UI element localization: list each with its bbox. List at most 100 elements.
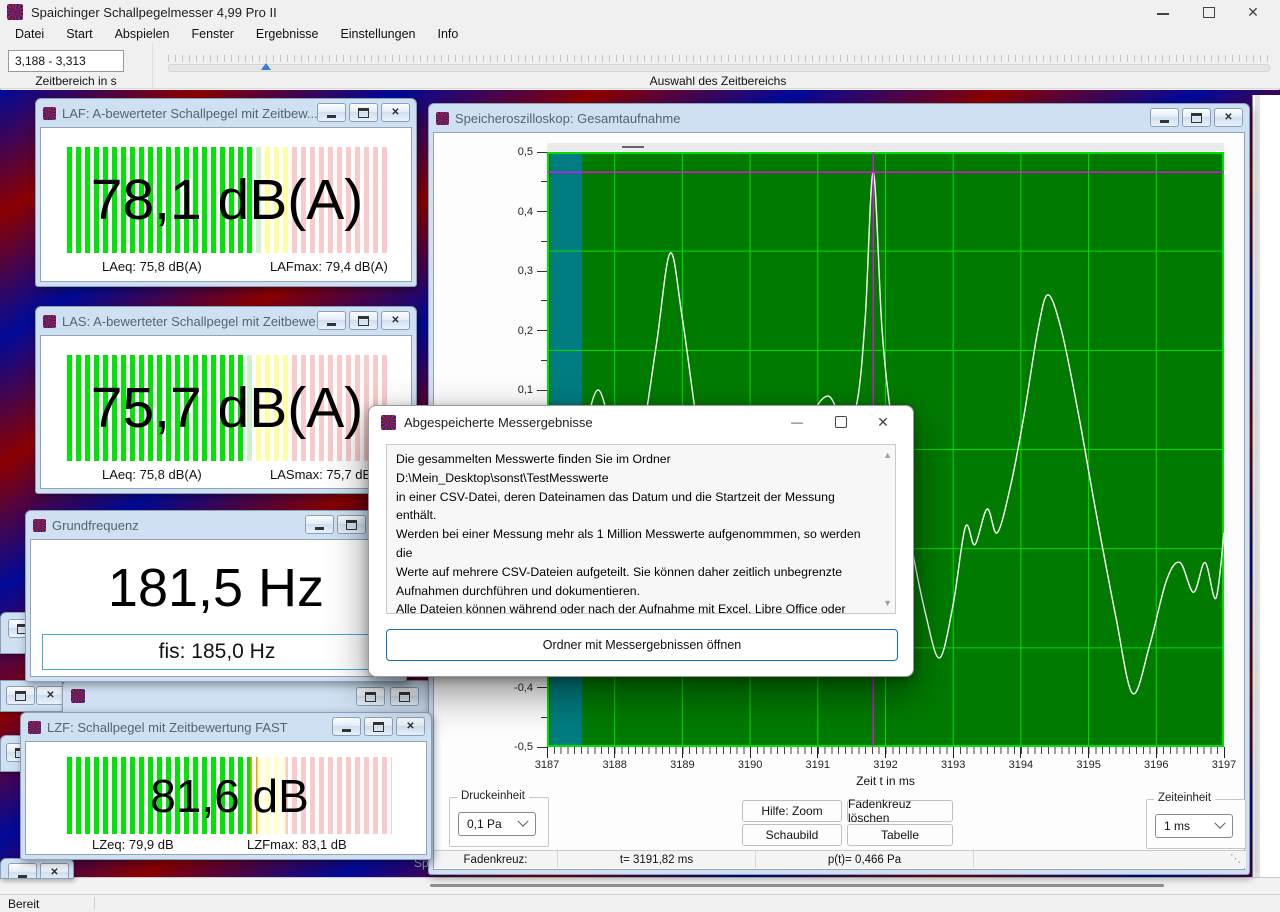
close-button[interactable]: ✕: [381, 311, 410, 330]
tabelle-button[interactable]: Tabelle: [847, 824, 953, 846]
x-tick-label: 3189: [660, 759, 704, 771]
menu-fenster[interactable]: Fenster: [181, 27, 245, 41]
restore-button[interactable]: [6, 686, 35, 705]
minimize-icon: [342, 729, 351, 732]
menu-einstellungen[interactable]: Einstellungen: [329, 27, 426, 41]
hidden-window-fragment[interactable]: ✕: [0, 680, 64, 712]
close-icon: ✕: [46, 691, 54, 701]
hilfe-zoom-button[interactable]: Hilfe: Zoom: [742, 800, 842, 822]
laf-value: 78,1 dB(A): [67, 147, 387, 253]
menu-abspielen[interactable]: Abspielen: [104, 27, 181, 41]
minimize-button[interactable]: [317, 311, 346, 330]
zeiteinheit-value: 1 ms: [1164, 819, 1190, 833]
hidden-window-fragment[interactable]: ✕: [0, 858, 74, 879]
chevron-down-icon: [517, 816, 528, 827]
restore-button[interactable]: [349, 103, 378, 122]
maximize-icon: [1203, 7, 1215, 18]
close-icon: ✕: [1247, 4, 1259, 21]
restore-button[interactable]: [356, 687, 385, 706]
schaubild-button[interactable]: Schaubild: [742, 824, 842, 846]
window-icon: [43, 107, 56, 120]
x-major-tick: [1088, 747, 1089, 758]
close-button[interactable]: ✕: [1214, 108, 1243, 127]
grundfrequenz-value: 181,5 Hz: [31, 546, 401, 630]
close-button[interactable]: ✕: [396, 717, 425, 736]
menu-start[interactable]: Start: [55, 27, 103, 41]
scrollbar[interactable]: [1255, 95, 1260, 877]
close-button[interactable]: ✕: [40, 863, 69, 879]
x-major-tick: [1156, 747, 1157, 758]
minimize-button[interactable]: —: [777, 406, 817, 438]
maximize-button[interactable]: [821, 406, 861, 438]
minimize-button[interactable]: [1150, 108, 1179, 127]
menu-ergebnisse[interactable]: Ergebnisse: [245, 27, 330, 41]
minimize-button[interactable]: [8, 863, 37, 879]
time-slider-track[interactable]: [168, 64, 1270, 72]
resize-grip[interactable]: ⋱: [1230, 852, 1241, 865]
mdi-horizontal-scrollbar-thumb[interactable]: [430, 884, 1164, 887]
fadenkreuz-loeschen-button[interactable]: Fadenkreuz löschen: [847, 800, 953, 822]
hidden-window-fragment[interactable]: [1252, 95, 1280, 877]
las-title: LAS: A-bewerteter Schallpegel mit Zeitbe…: [62, 314, 326, 329]
x-tick-label: 3195: [1067, 759, 1111, 771]
dialog-titlebar[interactable]: Abgespeicherte Messergebnisse: [381, 415, 593, 430]
scroll-down-icon[interactable]: ▼: [883, 598, 892, 608]
close-button[interactable]: ✕: [1236, 0, 1270, 24]
maximize-button[interactable]: [1192, 0, 1226, 24]
minimize-icon: [1160, 120, 1169, 123]
minimize-button[interactable]: [1146, 0, 1180, 24]
menu-info[interactable]: Info: [427, 27, 470, 41]
plot-pan-indicator[interactable]: [547, 143, 1224, 151]
oszilloskop-titlebar[interactable]: Speicheroszilloskop: Gesamtaufnahme: [431, 106, 1247, 130]
x-axis-title: Zeit t in ms: [547, 774, 1224, 788]
close-button[interactable]: ✕: [36, 686, 65, 705]
restore-button[interactable]: [364, 717, 393, 736]
minimize-icon: [327, 323, 336, 326]
dialog-text: Die gesammelten Messwerte finden Sie im …: [386, 444, 896, 614]
scroll-up-icon[interactable]: ▲: [883, 450, 892, 460]
minimize-icon: [18, 875, 27, 878]
minimize-button[interactable]: [305, 515, 334, 534]
window-icon: [43, 315, 56, 328]
druckeinheit-select[interactable]: 0,1 Pa: [458, 812, 536, 836]
minimize-button[interactable]: [332, 717, 361, 736]
x-major-tick: [682, 747, 683, 758]
las-client: 75,7 dB(A) LAeq: 75,8 dB(A) LASmax: 75,7…: [40, 335, 412, 489]
y-minor-tick: [541, 181, 547, 182]
hidden-window-titlebar[interactable]: [62, 680, 432, 714]
close-button[interactable]: ✕: [863, 406, 903, 438]
restore-button[interactable]: [1182, 108, 1211, 127]
restore-icon: [346, 520, 357, 530]
main-titlebar[interactable]: Spaichinger Schallpegelmesser 4,99 Pro I…: [0, 0, 1280, 24]
open-folder-button[interactable]: Ordner mit Messergebnissen öffnen: [386, 629, 898, 661]
window-title: Spaichinger Schallpegelmesser 4,99 Pro I…: [31, 5, 277, 20]
zeiteinheit-select[interactable]: 1 ms: [1155, 814, 1233, 838]
time-slider-thumb[interactable]: [261, 63, 271, 70]
minimize-button[interactable]: [317, 103, 346, 122]
plot-pan-thumb[interactable]: [622, 146, 644, 148]
menu-datei[interactable]: Datei: [4, 27, 55, 41]
close-icon: ✕: [50, 868, 58, 878]
laf-leq-label: LAeq: 75,8 dB(A): [102, 259, 202, 274]
restore-button[interactable]: [337, 515, 366, 534]
lzf-leq-label: LZeq: 79,9 dB: [92, 837, 174, 852]
x-tick-label: 3197: [1202, 759, 1246, 771]
time-range-input[interactable]: 3,188 - 3,313: [8, 50, 124, 72]
las-value: 75,7 dB(A): [67, 355, 387, 461]
minimize-icon: —: [791, 415, 803, 429]
time-range-group: 3,188 - 3,313 Zeitbereich in s: [0, 43, 153, 88]
time-slider-ticks: [168, 55, 1268, 62]
lzf-title: LZF: Schallpegel mit Zeitbewertung FAST: [47, 720, 288, 735]
close-button[interactable]: ✕: [381, 103, 410, 122]
dialog-title-text: Abgespeicherte Messergebnisse: [404, 415, 593, 430]
maximize-icon: [835, 416, 847, 428]
maximize-button[interactable]: [390, 687, 419, 706]
statusbar: Bereit: [0, 894, 1280, 912]
zeiteinheit-group: Zeiteinheit 1 ms: [1146, 799, 1246, 849]
zeiteinheit-label: Zeiteinheit: [1154, 792, 1215, 804]
restore-button[interactable]: [349, 311, 378, 330]
y-major-tick: [537, 330, 547, 331]
time-range-label: Zeitbereich in s: [0, 74, 152, 88]
close-icon: ✕: [391, 316, 399, 326]
y-tick-label: 0,1: [518, 384, 533, 396]
